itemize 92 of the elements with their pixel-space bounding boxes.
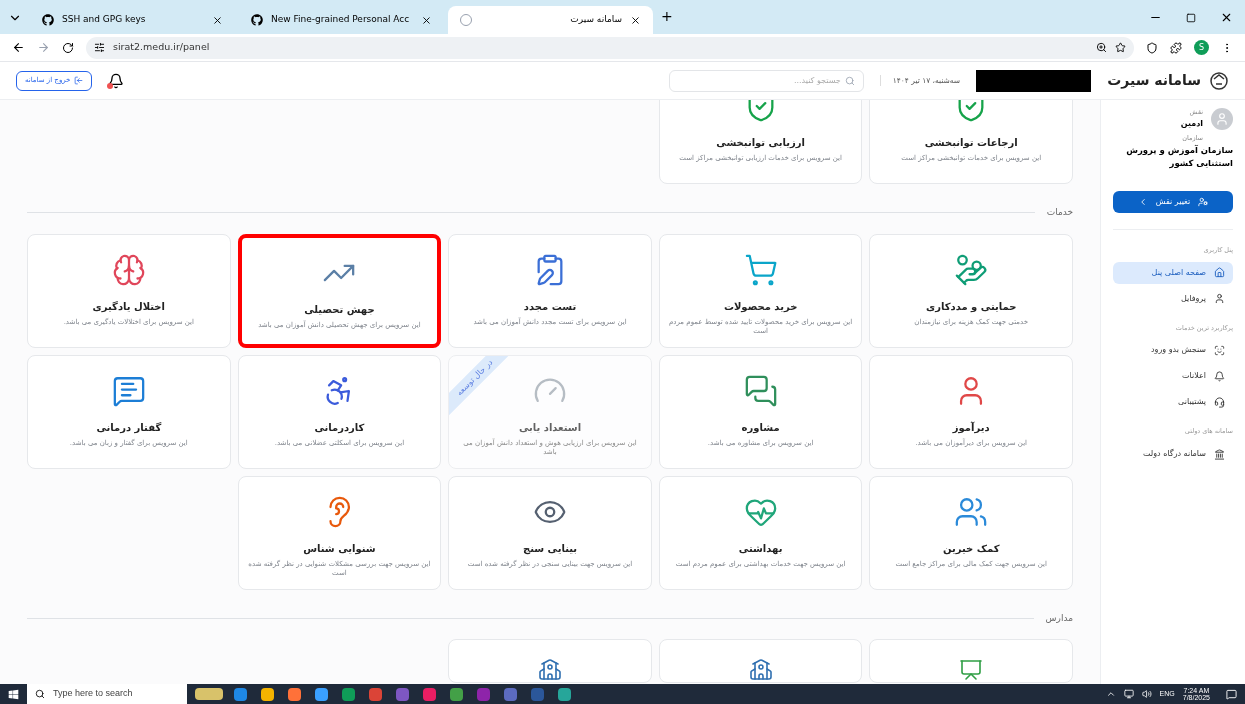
forward-icon[interactable] [37, 41, 50, 54]
org-text: سازمان آموزش و پرورش استثنایی کشور [1125, 143, 1233, 171]
logo-icon [1209, 70, 1229, 91]
service-card[interactable] [448, 639, 652, 683]
app-icon[interactable] [261, 687, 274, 701]
nav-item[interactable]: پروفایل [1113, 287, 1233, 310]
landmark-icon [1214, 448, 1225, 460]
back-icon[interactable] [12, 41, 25, 54]
card-title: ارزیابی توانبخشی [716, 136, 805, 150]
close-icon[interactable] [630, 14, 641, 26]
service-card[interactable] [658, 639, 863, 683]
card-title: شنوایی شناس [303, 541, 376, 556]
app-icon[interactable] [450, 687, 463, 701]
nav-item[interactable]: اعلانات [1113, 365, 1233, 388]
search-input[interactable]: جستجو کنید... [677, 74, 841, 87]
chat-bubbles-icon [743, 373, 778, 408]
card-title: کمک خیرین [942, 541, 1000, 556]
app-icon[interactable] [288, 687, 301, 701]
tray-expand-icon[interactable] [1105, 689, 1116, 699]
new-tab-button[interactable]: + [661, 6, 673, 27]
app-icon[interactable] [234, 687, 247, 701]
maximize-icon[interactable] [1186, 13, 1196, 23]
tab-title: سامانه سیرت [569, 13, 622, 27]
nav-item[interactable]: سنجش بدو ورود [1113, 339, 1233, 362]
home-icon [1214, 267, 1225, 279]
nav-item[interactable]: صفحه اصلی پنل [1113, 261, 1233, 284]
address-bar[interactable]: sirat2.medu.ir/panel [86, 36, 1134, 59]
card-title: خرید محصولات [723, 299, 798, 314]
site-settings-icon[interactable] [94, 42, 105, 53]
card-title: اختلال یادگیری [92, 299, 165, 314]
bell-icon [1214, 370, 1225, 382]
tab-title: New Fine-grained Personal Acc [271, 13, 411, 27]
section-title: مدارس [1045, 611, 1073, 625]
avatar-icon [1211, 108, 1233, 130]
favicon-icon [251, 14, 263, 26]
favicon-icon [42, 14, 54, 26]
headset-icon [1214, 396, 1225, 408]
search-icon [844, 75, 855, 86]
card-title: مشاوره [741, 420, 780, 435]
close-icon[interactable] [421, 14, 432, 26]
shopping-cart-icon [743, 252, 778, 287]
tab-title: SSH and GPG keys [62, 13, 147, 27]
logout-icon [74, 76, 84, 85]
browser-tab[interactable]: SSH and GPG keys [30, 6, 235, 34]
nav-item[interactable]: سامانه درگاه دولت [1113, 443, 1233, 466]
card-title: کاردرمانی [314, 420, 365, 435]
notification-icon[interactable] [1226, 688, 1237, 700]
role-text: ادمین [1180, 117, 1203, 130]
user-cog-icon [1198, 196, 1209, 207]
network-icon[interactable] [1123, 689, 1134, 699]
app-icon[interactable] [342, 687, 355, 701]
user-icon [1214, 293, 1225, 305]
ribbon-label: در حال توسعه [449, 355, 510, 416]
nav-item[interactable]: پشتیبانی [1113, 391, 1233, 414]
section-title: خدمات [1046, 206, 1073, 219]
profile-avatar[interactable]: S [1194, 40, 1209, 55]
brain-icon [111, 252, 146, 287]
extensions-icon[interactable] [1170, 41, 1182, 54]
browser-tab[interactable]: New Fine-grained Personal Acc [239, 6, 444, 34]
card-title: بهداشتی [738, 541, 783, 556]
card-title: ارجاعات توانبخشی [924, 136, 1018, 150]
app-icon[interactable] [315, 687, 328, 701]
search-field[interactable]: جستجو کنید... [668, 69, 864, 92]
widget-icon[interactable] [195, 688, 223, 700]
card-title: جهش تحصیلی [304, 302, 375, 317]
card-title: بینایی سنج [522, 541, 578, 556]
browser-tab[interactable]: سامانه سیرت [448, 6, 653, 34]
volume-icon[interactable] [1141, 689, 1152, 699]
face-scan-icon [1214, 344, 1225, 356]
hand-coins-icon [954, 252, 989, 287]
notification-bell-icon[interactable] [108, 72, 125, 89]
start-icon[interactable] [8, 688, 19, 700]
card-title: استعداد یابی [518, 420, 582, 435]
card-title: حمایتی و مددکاری [926, 299, 1017, 314]
reload-icon[interactable] [62, 41, 74, 54]
change-role-button[interactable]: تغییر نقش [1113, 190, 1233, 213]
zoom-icon[interactable] [1096, 42, 1107, 53]
card-title: گفتار درمانی [96, 420, 162, 435]
close-icon[interactable] [212, 14, 223, 26]
card-title: تست مجدد [523, 299, 577, 314]
url-text: sirat2.medu.ir/panel [113, 40, 210, 55]
app-icon[interactable] [423, 687, 436, 701]
taskbar-search-field[interactable]: Type here to search [27, 684, 187, 704]
taskbar-search-placeholder: Type here to search [53, 687, 133, 701]
app-icon[interactable] [558, 687, 571, 701]
bookmark-icon[interactable] [1115, 42, 1126, 53]
close-icon[interactable] [1220, 11, 1233, 24]
app-icon[interactable] [369, 687, 382, 701]
search-icon [35, 689, 45, 699]
logo-text: سامانه سیرت [1107, 71, 1201, 91]
card-title: دیرآموز [952, 420, 990, 435]
shield-icon[interactable] [1146, 41, 1158, 54]
